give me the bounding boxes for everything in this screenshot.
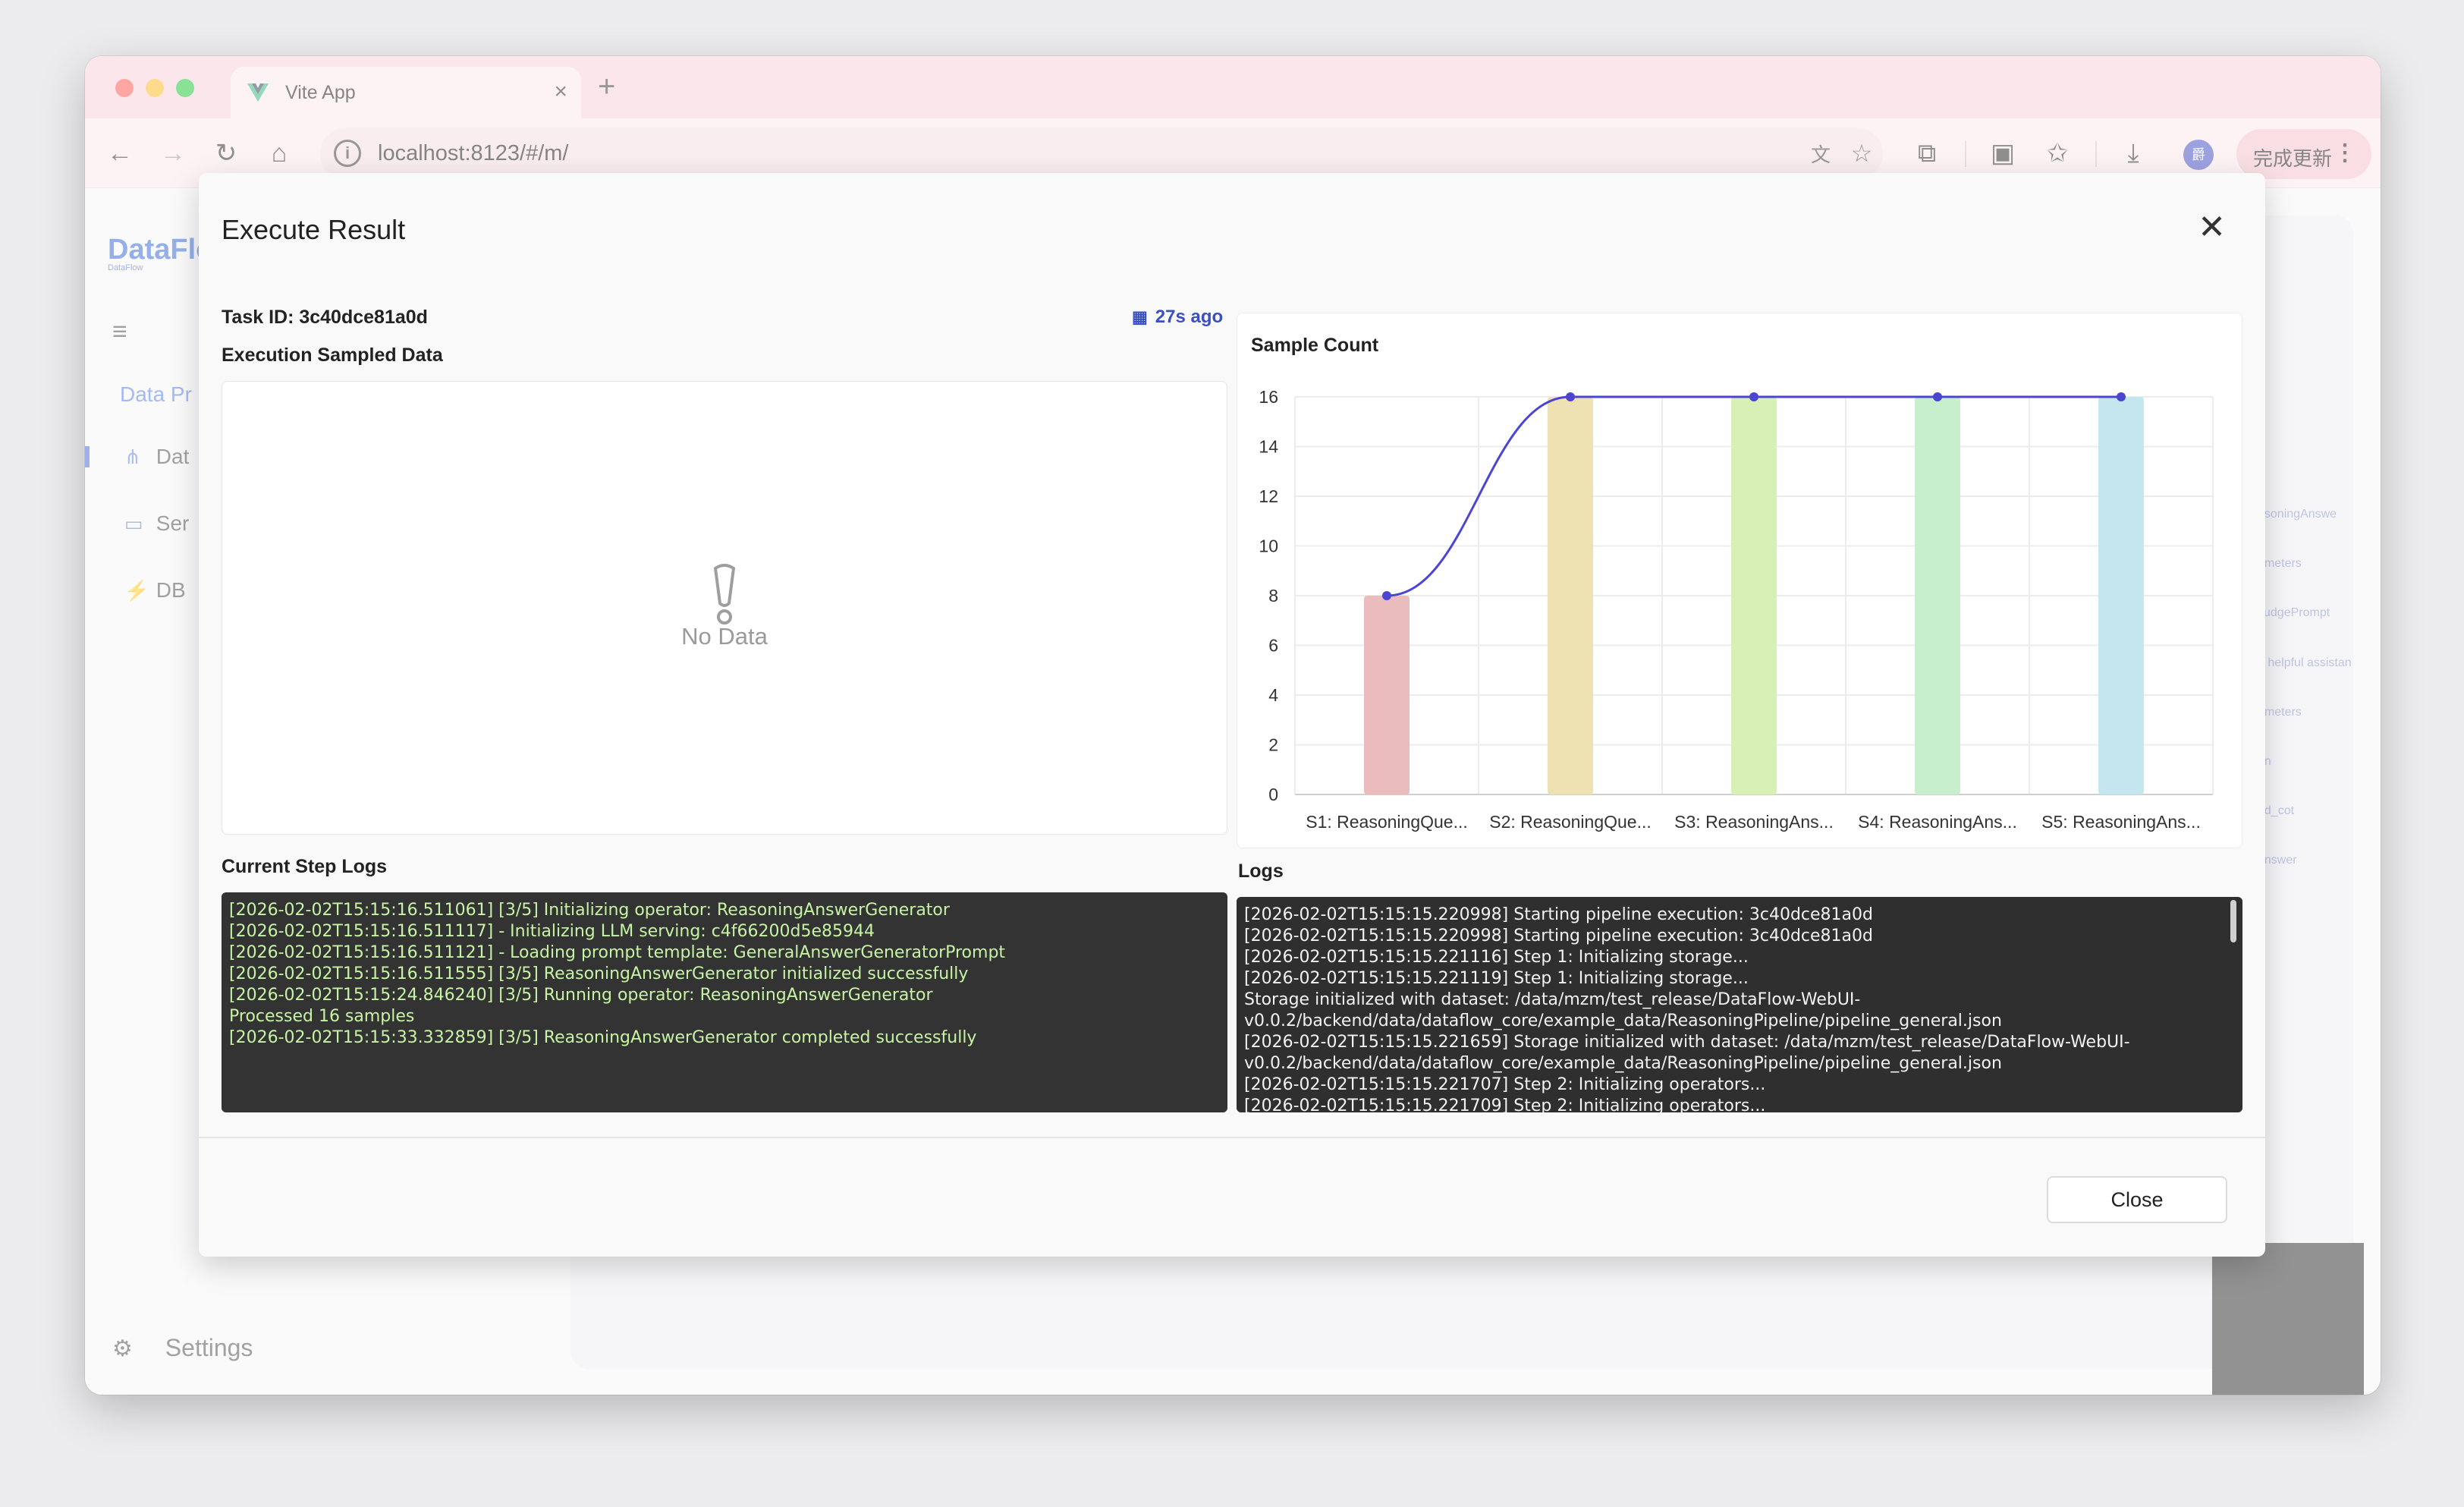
- sampled-data-title: Execution Sampled Data: [222, 345, 443, 366]
- log-line: [2026-02-02T15:15:15.221707] Step 2: Ini…: [1244, 1075, 1766, 1094]
- bar: [1364, 596, 1410, 794]
- log-line: Storage initialized with dataset: /data/…: [1244, 990, 1861, 1009]
- log-line: [2026-02-02T15:15:15.221119] Step 1: Ini…: [1244, 969, 1749, 988]
- time-ago: ▦ 27s ago: [1132, 307, 1223, 328]
- log-line: v0.0.2/backend/data/dataflow_core/exampl…: [1244, 1054, 2002, 1073]
- x-tick-label: S3: ReasoningAns...: [1674, 812, 1834, 832]
- log-line: [2026-02-02T15:15:15.221659] Storage ini…: [1244, 1033, 2130, 1052]
- modal-title: Execute Result: [222, 214, 406, 245]
- line-point: [1382, 591, 1391, 600]
- execute-result-modal: Execute Result ✕ Task ID: 3c40dce81a0d ▦…: [199, 173, 2265, 1257]
- bar: [2098, 397, 2144, 794]
- task-id: Task ID: 3c40dce81a0d: [222, 307, 428, 328]
- y-tick-label: 14: [1259, 437, 1278, 457]
- log-line: [2026-02-02T15:15:15.221709] Step 2: Ini…: [1244, 1096, 1766, 1112]
- y-tick-label: 4: [1268, 685, 1278, 705]
- y-tick-label: 10: [1259, 536, 1278, 556]
- x-tick-label: S5: ReasoningAns...: [2041, 812, 2201, 832]
- bar: [1915, 397, 1960, 794]
- modal-footer-divider: [199, 1137, 2265, 1138]
- log-line: [2026-02-02T15:15:24.846240] [3/5] Runni…: [229, 986, 933, 1005]
- log-line: [2026-02-02T15:15:15.220998] Starting pi…: [1244, 927, 1873, 945]
- current-step-logs-title: Current Step Logs: [222, 856, 388, 877]
- x-tick-label: S1: ReasoningQue...: [1306, 812, 1468, 832]
- no-data-text: No Data: [681, 623, 768, 650]
- sampled-data-panel: No Data: [222, 381, 1227, 835]
- log-scrollbar[interactable]: [2230, 900, 2236, 942]
- line-point: [1933, 392, 1942, 401]
- y-tick-label: 8: [1268, 586, 1278, 606]
- chart-canvas: 0 2 4 6 8 10 12 14 16 S1: ReasoningQue... S2: Reas…: [1259, 387, 2214, 832]
- log-line: [2026-02-02T15:15:16.511061] [3/5] Initi…: [229, 901, 950, 920]
- y-tick-label: 16: [1259, 387, 1278, 407]
- line-point: [1749, 392, 1758, 401]
- time-ago-text: 27s ago: [1155, 307, 1224, 327]
- log-line: [2026-02-02T15:15:15.220998] Starting pi…: [1244, 905, 1873, 924]
- sample-count-chart: Sample Count 0 2 4 6 8 10 12 14 16 S1: ReasoningQ…: [1237, 313, 2242, 848]
- bar: [1548, 397, 1593, 794]
- empty-data-icon: [713, 564, 736, 625]
- line-point: [1566, 392, 1575, 401]
- y-tick-label: 2: [1268, 735, 1278, 755]
- browser-window: Vite App × + ← → ↻ ⌂ i localhost:8123/#/…: [85, 56, 2381, 1395]
- log-line: [2026-02-02T15:15:15.221116] Step 1: Ini…: [1244, 948, 1749, 967]
- log-line: [2026-02-02T15:15:33.332859] [3/5] Reaso…: [229, 1028, 977, 1047]
- x-tick-label: S4: ReasoningAns...: [1858, 812, 2017, 832]
- line-point: [2117, 392, 2126, 401]
- log-line: [2026-02-02T15:15:16.511117] - Initializ…: [229, 922, 875, 941]
- calendar-icon: ▦: [1132, 307, 1148, 326]
- log-line: [2026-02-02T15:15:16.511121] - Loading p…: [229, 943, 1006, 962]
- log-line: [2026-02-02T15:15:16.511555] [3/5] Reaso…: [229, 964, 969, 983]
- log-line: v0.0.2/backend/data/dataflow_core/exampl…: [1244, 1011, 2002, 1030]
- y-tick-label: 12: [1259, 486, 1278, 506]
- log-line: Processed 16 samples: [229, 1007, 415, 1026]
- logs-title: Logs: [1238, 860, 1284, 882]
- y-tick-label: 0: [1268, 785, 1278, 804]
- current-step-log-console[interactable]: [2026-02-02T15:15:16.511061] [3/5] Initi…: [222, 892, 1227, 1112]
- bar: [1731, 397, 1777, 794]
- close-button[interactable]: Close: [2047, 1176, 2227, 1223]
- pipeline-log-console[interactable]: [2026-02-02T15:15:15.220998] Starting pi…: [1237, 897, 2242, 1112]
- close-icon[interactable]: ✕: [2198, 211, 2226, 244]
- x-tick-label: S2: ReasoningQue...: [1489, 812, 1652, 832]
- y-tick-label: 6: [1268, 636, 1278, 656]
